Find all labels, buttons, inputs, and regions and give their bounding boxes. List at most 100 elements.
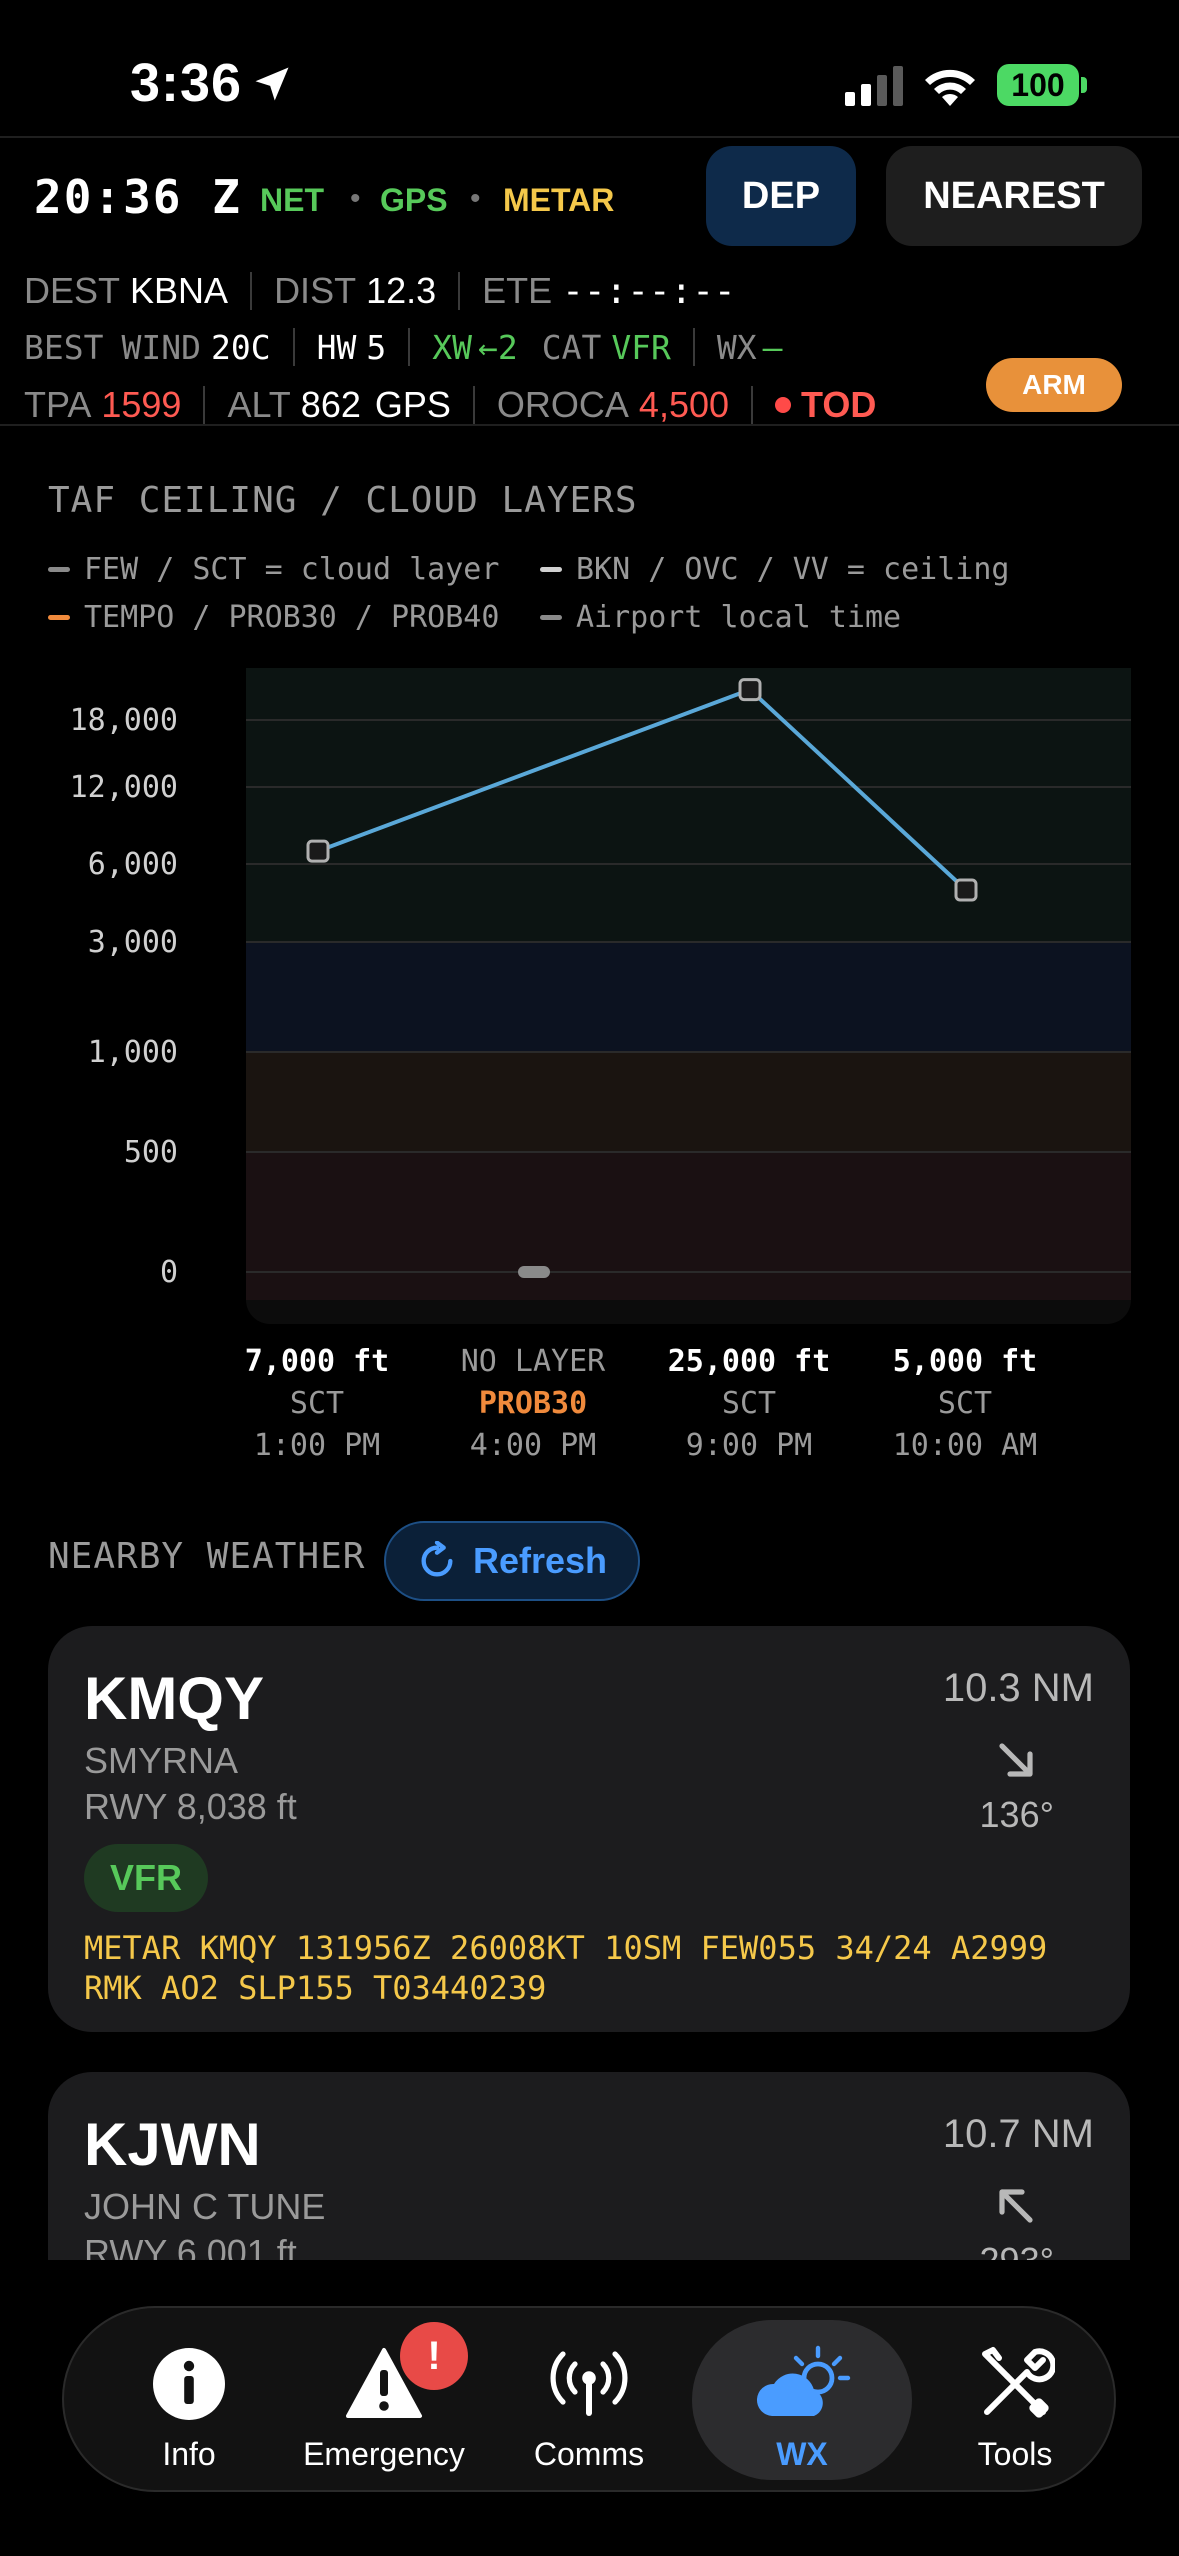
cat-label: CAT [541,327,602,367]
airport-ident: KJWN [84,2111,261,2178]
chart-title: TAF CEILING / CLOUD LAYERS [48,480,638,521]
alert-badge: ! [400,2322,468,2390]
source-metar: METAR [503,182,615,218]
y-tick-label: 6,000 [88,847,178,882]
ete-label: ETE [482,270,553,311]
status-time: 3:36 [130,53,243,113]
tpa-label: TPA [24,384,92,425]
bearing-arrow-icon [999,1743,1033,1777]
layer-altitude: 5,000 ft [892,1344,1038,1379]
legend-swatch [540,615,562,620]
nearest-button[interactable]: NEAREST [886,146,1142,246]
tab-comms[interactable]: Comms [504,2308,674,2494]
ete-value: --:--:-- [562,270,736,312]
chart-column-label: NO LAYER PROB30 4:00 PM [423,1344,643,1470]
arm-tod-button[interactable]: ARM [986,358,1122,412]
airport-ident: KMQY [84,1665,264,1732]
tools-icon [982,2347,1055,2418]
hw-label: HW [316,327,357,367]
data-point [954,878,978,902]
forecast-time: 10:00 AM [892,1428,1038,1463]
separator-dot: • [470,182,481,215]
altitude-band [246,942,1131,1052]
airport-bearing: 136° [979,1794,1054,1835]
battery-icon: 100 [997,64,1079,106]
legend-item: BKN / OVC / VV = ceiling [540,552,1009,587]
tod-status-dot [775,397,792,413]
separator-dot: • [350,182,361,215]
y-tick-label: 12,000 [70,770,178,805]
dep-button[interactable]: DEP [706,146,856,246]
tab-tools[interactable]: Tools [930,2308,1100,2494]
airport-name: SMYRNA [84,1740,239,1781]
altitude-band [246,668,1131,942]
layer-type: SCT [721,1386,777,1421]
location-arrow-icon [255,67,289,101]
altitude-band [246,1052,1131,1152]
chart-column-label: 5,000 ft SCT 10:00 AM [855,1344,1075,1470]
legend-swatch [48,567,70,572]
legend-item: FEW / SCT = cloud layer [48,552,499,587]
wind-row: BEST WIND 20C HW 5 XW ←2 CAT VFR WX — [24,322,783,372]
altitude-row: TPA 1599 ALT 862 GPS OROCA 4,500 TOD [24,380,876,430]
wind-label: WIND [121,327,201,367]
flight-category-badge: VFR [84,1844,208,1912]
refresh-label: Refresh [472,1540,608,1581]
dist-value: 12.3 [366,270,437,311]
chart-column-label: 7,000 ft SCT 1:00 PM [207,1344,427,1470]
bearing-arrow-icon [999,2189,1033,2223]
dest-value[interactable]: KBNA [130,270,228,312]
legend-label: Airport local time [576,600,902,635]
legend-swatch [540,567,562,572]
layer-altitude: NO LAYER [460,1344,606,1379]
layer-altitude: 7,000 ft [244,1344,390,1379]
legend-item: Airport local time [540,600,901,635]
layer-altitude: 25,000 ft [667,1344,831,1379]
legend-label: FEW / SCT = cloud layer [84,552,500,587]
oroca-value: 4,500 [638,384,730,425]
airport-distance: 10.7 NM [942,2112,1094,2156]
data-point [738,678,762,702]
wifi-icon [925,69,975,106]
tab-label: Comms [533,2436,645,2472]
divider [0,136,1179,138]
airport-bearing: 293° [980,2240,1054,2260]
airport-runway: RWY 6,001 ft [84,2232,297,2260]
oroca-label: OROCA [496,384,629,425]
refresh-button[interactable]: Refresh [384,1521,640,1601]
y-tick-label: 3,000 [88,925,178,960]
airport-card[interactable]: KMQY SMYRNA RWY 8,038 ft 10.3 NM 136° VF… [48,1626,1130,2032]
wind-value: 20C [210,327,271,367]
refresh-icon [421,1541,453,1577]
tab-label: WX [776,2436,828,2472]
no-layer-marker [518,1266,550,1278]
forecast-time: 4:00 PM [469,1428,597,1463]
xw-label: XW [432,327,472,367]
legend-item: TEMPO / PROB30 / PROB40 [48,600,499,635]
dest-row: DEST KBNA DIST 12.3 ETE --:--:-- [24,266,736,316]
alt-value: 862 [300,384,361,425]
zulu-time: 20:36 Z [34,170,242,224]
cellular-signal-icon [845,66,903,106]
dest-label: DEST [24,270,121,311]
airport-runway: RWY 8,038 ft [84,1786,297,1827]
weather-icon [756,2345,851,2416]
tab-label: Tools [977,2436,1053,2472]
tab-emergency[interactable]: ! Emergency [284,2308,484,2494]
airport-card[interactable]: KJWN JOHN C TUNE RWY 6,001 ft 10.7 NM 29… [48,2072,1130,2260]
tab-info[interactable]: Info [104,2308,274,2494]
airport-distance: 10.3 NM [942,1666,1094,1710]
source-gps: GPS [380,182,448,218]
hw-value: 5 [366,327,387,367]
y-tick-label: 0 [160,1255,178,1290]
tab-bar: Info ! Emergency Comms WX Tools [62,2306,1116,2492]
best-label: BEST [24,327,104,367]
layer-type: SCT [289,1386,345,1421]
alt-label: ALT [227,384,291,425]
scroll-clip: KJWN JOHN C TUNE RWY 6,001 ft 10.7 NM 29… [0,2060,1179,2260]
tab-wx[interactable]: WX [692,2320,912,2480]
cat-value: VFR [611,327,671,367]
tpa-value: 1599 [101,384,182,425]
divider [0,424,1179,426]
altitude-band [246,1152,1131,1300]
